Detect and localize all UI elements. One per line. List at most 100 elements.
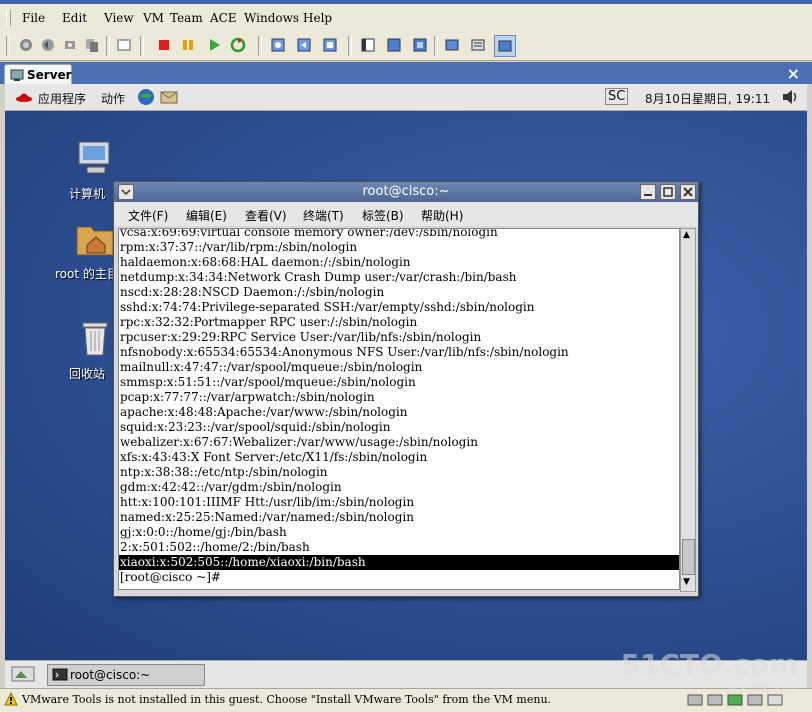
terminal-line: rpm:x:37:37::/var/lib/rpm:/sbin/nologin: [120, 240, 358, 254]
terminal-line: rpcuser:x:29:29:RPC Service User:/var/li…: [120, 330, 482, 344]
snapshot-icon[interactable]: [16, 35, 36, 55]
vm-tab-strip: Server ×: [0, 62, 812, 85]
terminal-titlebar[interactable]: root@cisco:~: [114, 182, 698, 202]
appliance-view-icon[interactable]: [494, 35, 516, 57]
quick-switch-icon[interactable]: [384, 35, 404, 55]
terminal-line-selected: xiaoxi:x:502:505::/home/xiaoxi:/bin/bash: [119, 555, 679, 570]
terminal-icon: [52, 667, 68, 686]
menu-ace[interactable]: ACE: [210, 11, 237, 25]
terminal-menubar: 文件(F) 编辑(E) 查看(V) 终端(T) 标签(B) 帮助(H): [114, 202, 698, 226]
menu-windows[interactable]: Windows: [244, 11, 299, 25]
terminal-menu-help[interactable]: 帮助(H): [421, 207, 463, 224]
actions-menu[interactable]: 动作: [101, 90, 125, 107]
menu-team[interactable]: Team: [170, 11, 203, 25]
toolbar-separator: [106, 36, 110, 56]
suspend-icon[interactable]: [178, 35, 198, 55]
desktop-icon-label: 计算机: [69, 187, 106, 201]
power-off-icon[interactable]: [154, 35, 174, 55]
terminal-window[interactable]: root@cisco:~ 文件(F) 编辑(E) 查看(V) 终端(T) 标签(…: [113, 181, 699, 597]
taskbar-terminal-label: root@cisco:~: [70, 668, 151, 682]
watermark-text: 51CTO.com: [620, 648, 798, 681]
terminal-title: root@cisco:~: [362, 184, 450, 199]
trash-icon: [79, 319, 113, 362]
terminal-line: htt:x:100:101:IIIMF Htt:/usr/lib/im:/sbi…: [120, 495, 415, 509]
terminal-line: apache:x:48:48:Apache:/var/www:/sbin/nol…: [120, 405, 408, 419]
computer-icon: [75, 139, 115, 182]
terminal-output[interactable]: vcsa:x:69:69:virtual console memory owne…: [118, 228, 680, 590]
terminal-line: 2:x:501:502::/home/2:/bin/bash: [120, 540, 310, 554]
terminal-line: rpc:x:32:32:Portmapper RPC user:/:/sbin/…: [120, 315, 418, 329]
terminal-line: haldaemon:x:68:68:HAL daemon:/:/sbin/nol…: [120, 255, 411, 269]
vm-icon: [10, 68, 24, 85]
terminal-line: squid:x:23:23::/var/spool/squid:/sbin/no…: [120, 420, 391, 434]
input-method-indicator[interactable]: SC: [605, 88, 629, 105]
terminal-menu-view[interactable]: 查看(V): [245, 207, 287, 224]
revert-icon[interactable]: [38, 35, 58, 55]
home-folder-icon: [75, 219, 115, 262]
power-on-icon[interactable]: [204, 35, 224, 55]
menu-vm[interactable]: VM: [143, 11, 164, 25]
terminal-menu-edit[interactable]: 编辑(E): [186, 207, 227, 224]
terminal-menu-terminal[interactable]: 终端(T): [303, 207, 344, 224]
terminal-line: nfsnobody:x:65534:65534:Anonymous NFS Us…: [120, 345, 569, 359]
terminal-menu-file[interactable]: 文件(F): [128, 207, 168, 224]
terminal-line: gdm:x:42:42::/var/gdm:/sbin/nologin: [120, 480, 342, 494]
gnome-top-panel: 应用程序 动作 SC 8月10日星期日, 19:11: [5, 84, 807, 111]
show-desktop-icon[interactable]: [11, 665, 35, 686]
vmware-toolbar: [0, 32, 812, 61]
window-title-strip: [0, 0, 812, 4]
menu-edit[interactable]: Edit: [62, 11, 87, 25]
terminal-line: pcap:x:77:77::/var/arpwatch:/sbin/nologi…: [120, 390, 375, 404]
terminal-line: netdump:x:34:34:Network Crash Dump user:…: [120, 270, 517, 284]
applications-menu[interactable]: 应用程序: [38, 90, 86, 107]
web-browser-icon[interactable]: [137, 88, 155, 109]
toolbar-separator: [348, 36, 352, 56]
terminal-line: named:x:25:25:Named:/var/named:/sbin/nol…: [120, 510, 414, 524]
terminal-menu-tabs[interactable]: 标签(B): [362, 207, 404, 224]
manage-snapshots-icon[interactable]: [320, 35, 340, 55]
tab-server[interactable]: Server: [4, 64, 72, 85]
redhat-icon[interactable]: [15, 89, 33, 106]
close-tab-icon[interactable]: ×: [787, 64, 800, 83]
tab-label: Server: [27, 68, 72, 82]
maximize-icon[interactable]: [660, 184, 676, 200]
terminal-line: smmsp:x:51:51::/var/spool/mqueue:/sbin/n…: [120, 375, 416, 389]
fit-guest-icon[interactable]: [410, 35, 430, 55]
terminal-line: nscd:x:28:28:NSCD Daemon:/:/sbin/nologin: [120, 285, 385, 299]
terminal-line: gj:x:0:0::/home/gj:/bin/bash: [120, 525, 287, 539]
menu-help[interactable]: Help: [303, 11, 332, 25]
watermark-sub: 技术博客 Blog: [726, 683, 798, 696]
toolbar-separator: [434, 36, 438, 56]
revert-snapshot-icon[interactable]: [294, 35, 314, 55]
reset-icon[interactable]: [228, 35, 248, 55]
taskbar-terminal-button[interactable]: root@cisco:~: [47, 664, 205, 686]
watermark: 51CTO.com 技术博客 Blog: [621, 648, 798, 697]
vmware-menubar: File Edit View VM Team ACE Windows Help: [0, 0, 812, 33]
toolbar-separator: [258, 36, 262, 56]
summary-view-icon[interactable]: [468, 35, 488, 55]
clone-icon[interactable]: [82, 35, 102, 55]
fullscreen-icon[interactable]: [114, 35, 134, 55]
email-icon[interactable]: [159, 88, 179, 109]
terminal-scrollbar[interactable]: ▲ ▼: [680, 228, 696, 592]
warning-icon: [4, 691, 18, 709]
menu-file[interactable]: File: [22, 11, 45, 25]
desktop[interactable]: 计算机 root 的主目录 回收站 root@cisco:~ 文件(F) 编辑(…: [5, 111, 807, 660]
terminal-lines: vcsa:x:69:69:virtual console memory owne…: [119, 229, 679, 585]
minimize-icon[interactable]: [640, 184, 656, 200]
terminal-line: mailnull:x:47:47::/var/spool/mqueue:/sbi…: [120, 360, 423, 374]
guest-display[interactable]: 应用程序 动作 SC 8月10日星期日, 19:11 计算机 root 的主目录: [5, 84, 807, 688]
volume-icon[interactable]: [781, 88, 801, 109]
clock[interactable]: 8月10日星期日, 19:11: [645, 90, 770, 107]
menu-view[interactable]: View: [104, 11, 134, 25]
scroll-up-icon[interactable]: ▲: [683, 230, 690, 240]
scrollbar-thumb[interactable]: [682, 539, 695, 575]
terminal-line: sshd:x:74:74:Privilege-separated SSH:/va…: [120, 300, 535, 314]
take-snapshot-icon[interactable]: [268, 35, 288, 55]
sidebar-toggle-icon[interactable]: [358, 35, 378, 55]
console-view-icon[interactable]: [442, 35, 462, 55]
snapshot-manager-icon[interactable]: [60, 35, 80, 55]
terminal-line: [root@cisco ~]#: [120, 570, 221, 584]
close-window-icon[interactable]: [680, 184, 696, 200]
scroll-down-icon[interactable]: ▼: [683, 577, 690, 587]
